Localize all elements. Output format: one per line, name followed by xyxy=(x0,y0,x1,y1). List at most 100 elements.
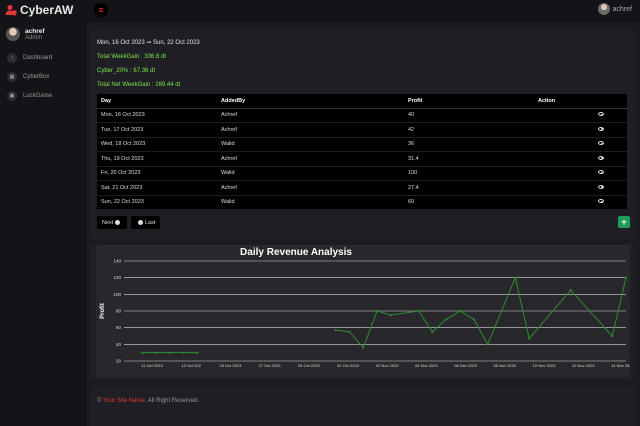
column-header-day: Day xyxy=(97,94,217,109)
profile-name: achref xyxy=(25,27,45,35)
eye-icon[interactable] xyxy=(598,126,604,131)
data-point xyxy=(514,276,517,279)
daily-revenue-chart: 20 40 60 80 100 120 140 11 Oct 2023 13 Oct 202 25… xyxy=(100,247,635,368)
table-row: Thu, 19 Oct 2023 Achref 31.4 xyxy=(97,151,627,167)
total-net-week-gain: Total Net WeekGain : 269.44 dt xyxy=(97,82,181,88)
addedby-cell: Achref xyxy=(217,108,404,123)
box-icon: ▦ xyxy=(7,72,17,82)
x-tick-label: 02 Nov 2023 xyxy=(376,363,399,368)
sidebar-item-cyberbox[interactable]: ▦ CyberBox xyxy=(7,72,49,82)
eye-icon[interactable] xyxy=(598,199,604,204)
footer: © Your Site Name. All Right Reserved. xyxy=(90,386,636,426)
profit-cell: 100 xyxy=(404,166,534,181)
data-point xyxy=(375,309,379,313)
addedby-cell: Walid xyxy=(217,137,404,152)
day-cell: Tue, 17 Oct 2023 xyxy=(97,122,217,138)
data-point xyxy=(417,309,420,313)
last-button[interactable]: Last xyxy=(131,216,161,229)
copyright-suffix: . All Right Reserved. xyxy=(144,398,200,404)
data-point xyxy=(458,309,462,313)
sidebar-item-label: LuckGame xyxy=(23,93,53,99)
next-label: Next xyxy=(102,219,114,226)
dashboard-icon: ◔ xyxy=(7,53,17,63)
data-point xyxy=(528,337,531,340)
top-bar: CyberAW ≡ achref xyxy=(0,0,640,22)
menu-toggle-button[interactable]: ≡ xyxy=(94,3,108,17)
addedby-cell: Achref xyxy=(217,122,404,138)
day-cell: Sat, 21 Oct 2023 xyxy=(97,180,217,196)
chevron-right-icon xyxy=(115,220,121,225)
data-point xyxy=(624,276,628,279)
x-tick-label: 14 Nov 2023 xyxy=(611,363,630,368)
y-tick-label: 60 xyxy=(116,325,122,330)
chart-tag: · xyxy=(97,245,99,249)
user-menu[interactable]: achref xyxy=(597,3,632,15)
eye-icon[interactable] xyxy=(598,112,604,117)
y-axis-label: Profit xyxy=(100,303,106,319)
y-tick-label: 20 xyxy=(116,359,122,364)
y-tick-label: 100 xyxy=(113,292,121,297)
day-cell: Mon, 16 Oct 2023 xyxy=(97,108,217,123)
x-tick-label: 10 Nov 2023 xyxy=(533,363,556,368)
addedby-cell: Achref xyxy=(217,151,404,167)
data-point xyxy=(154,351,157,354)
brand-name: CyberAW xyxy=(20,3,74,17)
column-header-profit: Profit xyxy=(404,94,534,109)
user-name: achref xyxy=(612,5,632,13)
eye-icon[interactable] xyxy=(598,155,604,160)
sidebar-item-label: CyberBox xyxy=(23,74,50,80)
table-row: Sun, 22 Oct 2023 Walid 60 xyxy=(97,195,627,210)
profit-cell: 27.4 xyxy=(404,180,534,196)
sidebar-item-label: Dashboard xyxy=(23,55,53,61)
day-cell: Sun, 22 Oct 2023 xyxy=(97,195,217,210)
x-tick-label: 04 Nov 2023 xyxy=(415,363,438,368)
addedby-cell: Walid xyxy=(217,195,404,210)
data-point xyxy=(472,318,475,321)
table-row: Sat, 21 Oct 2023 Achref 27.4 xyxy=(97,180,627,196)
data-point xyxy=(486,343,489,346)
add-entry-button[interactable]: + xyxy=(618,216,630,228)
x-tick-label: 06 Nov 2023 xyxy=(454,363,477,368)
total-week-gain: Total WeekGain : 336.8 dt xyxy=(97,54,166,60)
cyber-share: Cyber_20% : 67.36 dt xyxy=(97,68,156,74)
profit-cell: 60 xyxy=(404,195,534,210)
game-icon: ▣ xyxy=(7,91,17,101)
data-point xyxy=(362,346,365,349)
eye-icon[interactable] xyxy=(598,141,604,146)
profit-cell: 42 xyxy=(404,122,534,138)
data-point xyxy=(611,334,614,338)
date-range: Mon, 16 Oct 2023 ➞ Sun, 22 Oct 2023 xyxy=(97,40,200,46)
table-row: Fri, 20 Oct 2023 Walid 100 xyxy=(97,166,627,181)
x-tick-label: 27 Oct 2023 xyxy=(259,363,282,368)
data-point xyxy=(168,351,171,354)
addedby-cell: Walid xyxy=(217,166,404,181)
sidebar-item-dashboard[interactable]: ◔ Dashboard xyxy=(7,53,52,63)
y-tick-label: 120 xyxy=(113,275,121,280)
next-button[interactable]: Next xyxy=(97,216,128,229)
hamburger-icon: ≡ xyxy=(98,4,104,15)
sidebar-profile: achref Admin xyxy=(6,27,45,41)
chevron-right-icon xyxy=(138,220,143,225)
copyright-text: © Your Site Name. All Right Reserved. xyxy=(97,398,199,404)
data-point xyxy=(140,351,144,354)
user-shield-icon xyxy=(5,5,17,16)
table-row: Wed, 18 Oct 2023 Walid 36 xyxy=(97,137,627,152)
x-tick-label: 31 Oct 2023 xyxy=(337,363,360,368)
series-line xyxy=(335,276,627,349)
avatar xyxy=(6,27,20,41)
eye-icon[interactable] xyxy=(598,184,604,189)
week-summary-panel: Mon, 16 Oct 2023 ➞ Sun, 22 Oct 2023 Tota… xyxy=(90,30,636,239)
y-tick-label: 140 xyxy=(113,259,121,264)
profile-role: Admin xyxy=(25,34,43,41)
site-name-link[interactable]: Your Site Name xyxy=(103,398,145,404)
last-label: Last xyxy=(145,219,156,226)
data-point xyxy=(445,318,448,321)
sidebar-item-luckgame[interactable]: ▣ LuckGame xyxy=(7,91,52,101)
eye-icon[interactable] xyxy=(598,170,604,175)
data-point xyxy=(389,314,393,317)
avatar xyxy=(597,3,610,15)
x-tick-label: 08 Nov 2023 xyxy=(493,363,516,368)
brand[interactable]: CyberAW xyxy=(5,3,73,17)
table-header-row: Day AddedBy Profit Action xyxy=(97,94,627,109)
chart-title: Daily Revenue Analysis xyxy=(240,247,352,258)
